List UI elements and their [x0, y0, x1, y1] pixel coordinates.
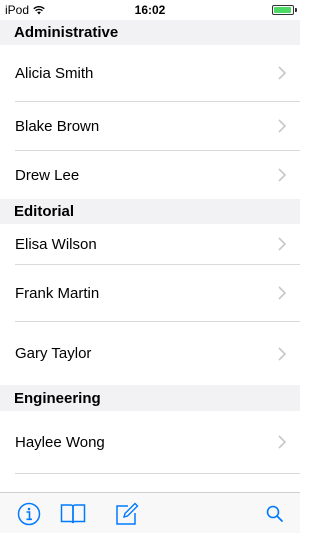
status-bar: iPod 16:02 [0, 0, 300, 20]
book-icon[interactable] [60, 501, 86, 527]
list-item-drew-lee[interactable]: Drew Lee [0, 151, 300, 199]
list-item-alicia-smith[interactable]: Alicia Smith [0, 45, 300, 101]
list-item-blake-brown[interactable]: Blake Brown [0, 102, 300, 150]
section-header-engineering: Engineering [0, 385, 300, 411]
list-item-label: Elisa Wilson [15, 235, 97, 253]
chevron-right-icon [278, 119, 286, 133]
chevron-right-icon [278, 237, 286, 251]
section-header-administrative: Administrative [0, 20, 300, 45]
chevron-right-icon [278, 346, 286, 361]
list-item-label: Frank Martin [15, 284, 100, 302]
list-item-haylee-wong[interactable]: Haylee Wong [0, 411, 300, 473]
chevron-right-icon [278, 435, 286, 449]
section-title: Administrative [14, 24, 119, 41]
list-item-label: Haylee Wong [15, 433, 105, 451]
section-title: Editorial [14, 203, 75, 220]
list-item-elisa-wilson[interactable]: Elisa Wilson [0, 224, 300, 264]
chevron-right-icon [278, 66, 286, 80]
list-item-label: Alicia Smith [15, 64, 94, 82]
list-item-label: Blake Brown [15, 117, 100, 135]
row-separator [15, 473, 300, 474]
list-item-label: Gary Taylor [15, 345, 92, 362]
section-title: Engineering [14, 389, 101, 407]
chevron-right-icon [278, 168, 286, 182]
list-item-frank-martin[interactable]: Frank Martin [0, 265, 300, 321]
bottom-toolbar [0, 492, 300, 533]
search-icon[interactable] [262, 501, 288, 527]
battery-icon [272, 5, 297, 15]
status-time: 16:02 [134, 3, 166, 17]
list-item-gary-taylor[interactable]: Gary Taylor [0, 322, 300, 385]
list-item-label: Drew Lee [15, 166, 80, 184]
section-header-editorial: Editorial [0, 199, 300, 224]
compose-icon[interactable] [114, 501, 140, 527]
chevron-right-icon [278, 286, 286, 300]
info-icon[interactable] [16, 501, 42, 527]
